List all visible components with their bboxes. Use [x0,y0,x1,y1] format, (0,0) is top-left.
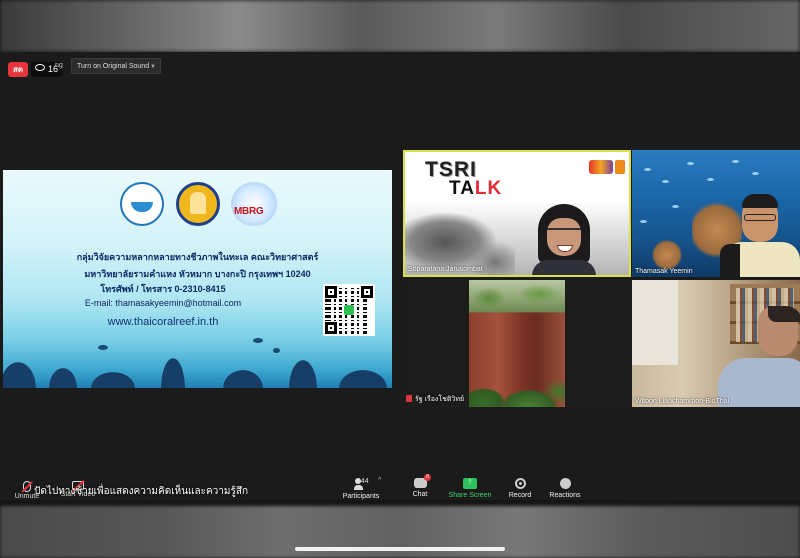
mic-muted-icon [406,395,412,402]
record-label: Record [508,492,532,499]
slide-line-1: กลุ่มวิจัยความหลากหลายทางชีวภาพในทะเล คณ… [76,252,319,262]
ocean-logo-icon [120,182,164,226]
cliff-image [469,280,565,407]
shared-screen-slide: MBRG กลุ่มวิจัยความหลากหลายทางชีวภาพในทะ… [3,170,392,388]
participant-video [720,192,800,277]
live-badge: สด [8,62,28,77]
slide-phone: โทรศัพท์ / โทรสาร 0-2310-8415 [100,284,226,294]
coral-reef-graphic [3,328,392,388]
participant-video [532,204,596,275]
share-screen-label: Share Screen [448,492,492,499]
talk-logo-text: TALK [449,178,503,199]
original-sound-button[interactable]: Turn on Original Sound ▼ [71,58,161,74]
truncated-label: ng [55,62,63,69]
slide-email: E-mail: thamasakyeemin@hotmail.com [84,298,242,308]
eye-icon [35,64,45,71]
video-tile-active-speaker[interactable]: TSRI TALK Soparatana Jarusombat [403,150,631,277]
reactions-label: Reactions [549,492,581,499]
brand-logo-icon [589,160,613,174]
mbrg-logo-icon: MBRG [231,182,277,226]
chevron-up-icon[interactable]: ^ [378,477,381,484]
home-indicator[interactable] [295,547,505,551]
slide-line-2: มหาวิทยาลัยรามคำแหง หัวหมาก บางกะปิ กรุง… [84,269,311,279]
original-sound-label: Turn on Original Sound [77,63,150,70]
participant-name: Witoon Lianchamroon-BioThai [635,398,730,405]
reactions-icon [559,478,571,489]
brand-logo-icon [615,160,625,174]
participant-name: Soparatana Jarusombat [408,266,483,273]
blurred-top-background [0,0,800,52]
chevron-down-icon[interactable]: ▼ [150,59,156,75]
record-icon [514,478,526,489]
slide-website: www.thaicoralreef.in.th [107,316,219,328]
meeting-toolbar: 144 ^ Participants 8 Chat Share Screen R… [0,470,800,504]
participant-name: รัฐ เรืองโชติวิทย์ [406,394,464,405]
video-tile[interactable]: Witoon Lianchamroon-BioThai [632,280,800,407]
chat-badge: 8 [424,474,431,481]
participants-label: Participants [342,493,380,500]
chat-label: Chat [412,491,428,498]
share-screen-icon [463,476,477,489]
participants-count: 144 [357,478,369,485]
university-seal-icon [176,182,220,226]
reactions-button[interactable]: Reactions [535,478,595,499]
video-tile[interactable]: Thamasak Yeemin [632,150,800,277]
participant-name: Thamasak Yeemin [635,268,693,275]
video-tile[interactable]: รัฐ เรืองโชติวิทย์ [403,280,631,407]
participants-button[interactable]: 144 ^ Participants [331,477,391,500]
participant-video [712,306,800,407]
